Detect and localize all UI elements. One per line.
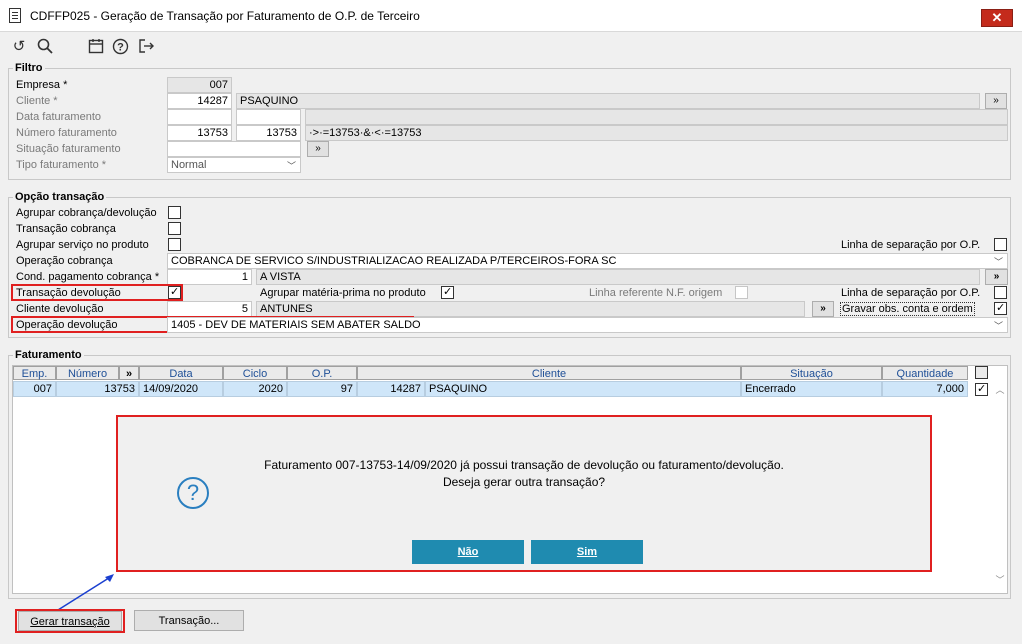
operacao-devolucao-label: Operação devolução	[16, 319, 118, 331]
scroll-up-icon[interactable]: ︿	[994, 383, 1006, 396]
transacao-cobranca-checkbox[interactable]	[168, 222, 181, 235]
exit-icon[interactable]	[137, 38, 155, 56]
gravar-obs-checkbox[interactable]	[994, 301, 1007, 315]
col-cliente[interactable]: Cliente	[357, 366, 741, 380]
col-op[interactable]: O.P.	[287, 366, 357, 380]
col-numero[interactable]: Número	[56, 366, 119, 380]
gravar-obs-label: Gravar obs. conta e ordem	[840, 302, 975, 316]
col-situacao[interactable]: Situação	[741, 366, 882, 380]
operacao-devolucao-select[interactable]: 1405 - DEV DE MATERIAIS SEM ABATER SALDO…	[167, 317, 1008, 333]
cliente-devolucao-lookup-button[interactable]: »	[812, 301, 834, 317]
transacao-button[interactable]: Transação...	[134, 610, 244, 631]
col-emp[interactable]: Emp.	[13, 366, 56, 380]
row-op[interactable]: 97	[287, 381, 357, 397]
row-checkbox[interactable]	[975, 382, 988, 396]
row-emp[interactable]: 007	[13, 381, 56, 397]
svg-text:?: ?	[117, 42, 124, 54]
cliente-name-field: PSAQUINO	[236, 93, 980, 109]
cond-pagamento-code[interactable]: 1	[167, 269, 252, 285]
linha-separacao-dev-checkbox[interactable]	[994, 286, 1007, 299]
col-data[interactable]: Data	[139, 366, 223, 380]
operacao-devolucao-value: 1405 - DEV DE MATERIAIS SEM ABATER SALDO	[171, 319, 421, 331]
row-cliente-code[interactable]: 14287	[357, 381, 425, 397]
window-title: CDFFP025 - Geração de Transação por Fatu…	[30, 9, 420, 23]
row-quantidade[interactable]: 7,000	[882, 381, 968, 397]
numero-expr-field: ·>·=13753·&·<·=13753	[305, 125, 1008, 141]
question-icon: ?	[177, 477, 209, 509]
linha-separacao-cob-checkbox[interactable]	[994, 238, 1007, 251]
tipo-faturamento-select[interactable]: Normal ﹀	[167, 157, 301, 173]
dialog-message-line2: Deseja gerar outra transação?	[442, 475, 606, 489]
linha-separacao-cob-label: Linha de separação por O.P.	[841, 239, 981, 251]
operacao-cobranca-value: COBRANCA DE SERVICO S/INDUSTRIALIZACAO R…	[171, 255, 617, 267]
operacao-cobranca-label: Operação cobrança	[16, 255, 113, 267]
numero-to-field[interactable]: 13753	[236, 125, 301, 141]
cliente-devolucao-code[interactable]: 5	[167, 301, 252, 317]
col-ciclo[interactable]: Ciclo	[223, 366, 287, 380]
row-ciclo[interactable]: 2020	[223, 381, 287, 397]
transacao-devolucao-checkbox[interactable]	[168, 285, 181, 299]
agrupar-materia-prima-checkbox[interactable]	[441, 285, 454, 299]
search-icon[interactable]	[36, 38, 54, 56]
faturamento-title: Faturamento	[13, 349, 84, 361]
undo-icon[interactable]: ↺	[10, 38, 28, 56]
cliente-devolucao-label: Cliente devolução	[16, 303, 104, 315]
cond-pagamento-name: A VISTA	[256, 269, 980, 285]
row-situacao[interactable]: Encerrado	[741, 381, 882, 397]
col-quantidade[interactable]: Quantidade	[882, 366, 968, 380]
situacao-lookup-button[interactable]: »	[307, 141, 329, 157]
cliente-lookup-button[interactable]: »	[985, 93, 1007, 109]
cliente-devolucao-name: ANTUNES	[256, 301, 805, 317]
nao-button[interactable]: Não	[412, 540, 524, 564]
empresa-field[interactable]: 007	[167, 77, 232, 93]
tipo-faturamento-value: Normal	[171, 159, 207, 171]
agrupar-cobranca-checkbox[interactable]	[168, 206, 181, 219]
help-icon[interactable]: ?	[111, 38, 129, 56]
chevron-down-icon: ﹀	[993, 257, 1003, 267]
linha-referente-nf-label: Linha referente N.F. origem	[589, 287, 723, 299]
calendar-icon[interactable]	[87, 38, 105, 56]
scroll-down-icon[interactable]: ﹀	[994, 573, 1006, 586]
agrupar-cobranca-label: Agrupar cobrança/devolução	[16, 207, 157, 219]
agrupar-servico-checkbox[interactable]	[168, 238, 181, 251]
numero-faturamento-label: Número faturamento	[16, 127, 117, 139]
cliente-code-field[interactable]: 14287	[167, 93, 232, 109]
dialog-message-line1: Faturamento 007-13753-14/09/2020 já poss…	[264, 458, 784, 472]
cond-pagamento-lookup-button[interactable]: »	[985, 269, 1008, 285]
row-numero[interactable]: 13753	[56, 381, 139, 397]
filtro-title: Filtro	[13, 62, 45, 74]
operacao-cobranca-select[interactable]: COBRANCA DE SERVICO S/INDUSTRIALIZACAO R…	[167, 253, 1008, 269]
sim-button[interactable]: Sim	[531, 540, 643, 564]
empresa-label: Empresa *	[16, 79, 68, 91]
agrupar-materia-prima-label: Agrupar matéria-prima no produto	[260, 287, 426, 299]
cliente-label: Cliente *	[16, 95, 58, 107]
transacao-cobranca-label: Transação cobrança	[16, 223, 116, 235]
data-faturamento-expr	[305, 109, 1008, 125]
chevron-down-icon: ﹀	[993, 321, 1003, 331]
opcao-title: Opção transação	[13, 191, 107, 203]
data-faturamento-to[interactable]	[236, 109, 301, 125]
gerar-transacao-button[interactable]: Gerar transação	[18, 611, 122, 631]
select-all-checkbox[interactable]	[975, 366, 988, 379]
confirm-dialog: Faturamento 007-13753-14/09/2020 já poss…	[116, 415, 932, 572]
transacao-devolucao-label: Transação devolução	[16, 287, 121, 299]
linha-separacao-dev-label: Linha de separação por O.P.	[841, 287, 981, 299]
agrupar-servico-label: Agrupar serviço no produto	[16, 239, 149, 251]
row-cliente-name[interactable]: PSAQUINO	[425, 381, 741, 397]
linha-referente-nf-checkbox[interactable]	[735, 286, 748, 299]
col-sort-button[interactable]: »	[119, 366, 139, 380]
situacao-label: Situação faturamento	[16, 143, 121, 155]
numero-from-field[interactable]: 13753	[167, 125, 232, 141]
close-button[interactable]: ✕	[981, 9, 1013, 27]
row-data[interactable]: 14/09/2020	[139, 381, 223, 397]
data-faturamento-from[interactable]	[167, 109, 232, 125]
title-bar: CDFFP025 - Geração de Transação por Fatu…	[0, 0, 1022, 32]
situacao-field[interactable]	[167, 141, 301, 157]
document-icon	[9, 8, 21, 23]
chevron-down-icon: ﹀	[286, 161, 296, 171]
tipo-faturamento-label: Tipo faturamento *	[16, 159, 107, 171]
cond-pagamento-label: Cond. pagamento cobrança *	[16, 271, 160, 283]
data-faturamento-label: Data faturamento	[16, 111, 101, 123]
